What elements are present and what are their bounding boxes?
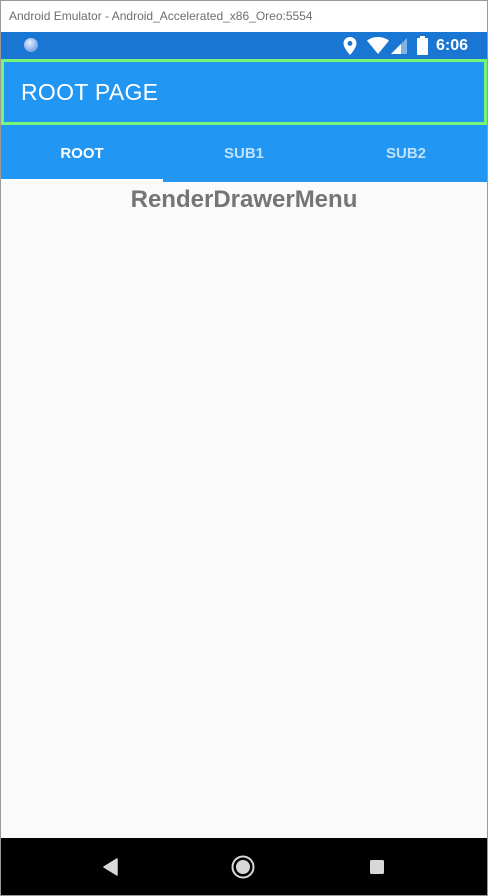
status-bar: 6:06 — [1, 32, 487, 59]
emulator-window: Android Emulator - Android_Accelerated_x… — [0, 0, 488, 896]
back-icon — [103, 857, 118, 876]
recents-icon — [370, 859, 384, 874]
page-title: ROOT PAGE — [21, 79, 159, 105]
tab-sub2[interactable]: SUB2 — [325, 125, 487, 182]
home-button[interactable] — [213, 838, 273, 895]
tab-sub2-label: SUB2 — [385, 145, 426, 162]
status-icons: 6:06 — [343, 32, 468, 59]
wifi-icon — [366, 37, 389, 54]
tab-sub1[interactable]: SUB1 — [163, 125, 325, 182]
tab-root[interactable]: ROOT — [1, 125, 163, 182]
window-title: Android Emulator - Android_Accelerated_x… — [1, 1, 487, 32]
back-button[interactable] — [80, 838, 140, 895]
app-bar: ROOT PAGE — [1, 59, 487, 125]
tab-bar: ROOT SUB1 SUB2 — [1, 125, 487, 182]
signal-icon — [390, 37, 407, 54]
home-icon — [231, 855, 255, 878]
recents-button[interactable] — [347, 838, 407, 895]
tab-root-label: ROOT — [60, 145, 104, 162]
status-time: 6:06 — [435, 36, 468, 54]
system-nav-bar — [1, 838, 487, 895]
battery-icon — [416, 36, 428, 55]
notification-dot-icon — [24, 38, 38, 52]
location-icon — [343, 36, 357, 55]
page-content: RenderDrawerMenu — [1, 182, 487, 838]
content-heading: RenderDrawerMenu — [130, 186, 358, 213]
tab-sub1-label: SUB1 — [223, 145, 264, 162]
